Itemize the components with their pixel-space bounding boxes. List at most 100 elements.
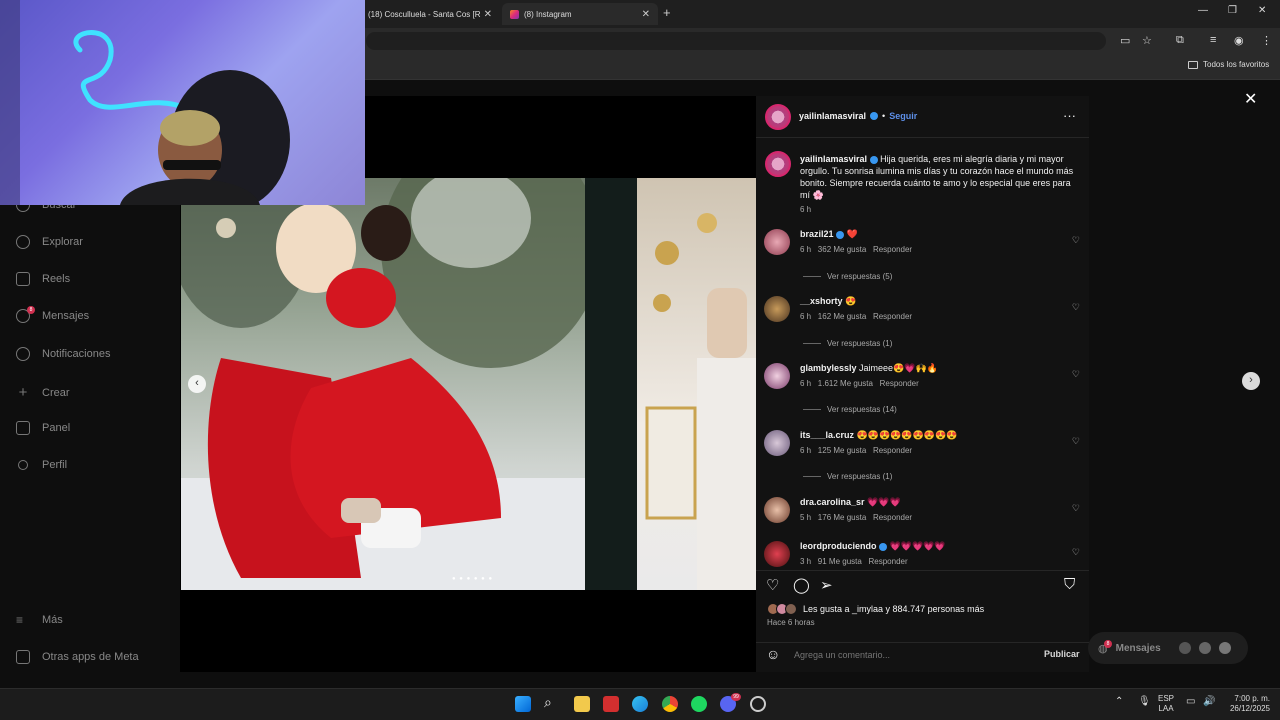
sidebar-item-panel[interactable]: Panel	[16, 421, 70, 435]
sidebar-item-perfil[interactable]: Perfil	[16, 459, 67, 471]
file-explorer-icon[interactable]	[574, 696, 590, 712]
windows-start-icon[interactable]	[515, 696, 531, 712]
comment-username[interactable]: glambylessly	[800, 363, 857, 373]
spotify-icon[interactable]	[691, 696, 707, 712]
view-replies-button[interactable]: Ver respuestas (1)	[803, 339, 892, 348]
reply-button[interactable]: Responder	[873, 446, 912, 455]
share-icon[interactable]: ➢	[820, 576, 833, 594]
comment-input[interactable]	[794, 650, 1024, 660]
sidebar-item-otras-apps[interactable]: Otras apps de Meta	[16, 650, 139, 664]
view-replies-button[interactable]: Ver respuestas (5)	[803, 272, 892, 281]
comment-icon[interactable]: ◯	[793, 576, 810, 594]
sidebar-item-mas[interactable]: ≡ Más	[16, 613, 63, 627]
chevron-up-icon[interactable]: ⌃	[1115, 696, 1123, 707]
sidebar-item-reels[interactable]: Reels	[16, 272, 70, 286]
comment-likes[interactable]: 125 Me gusta	[818, 446, 866, 455]
sidebar-item-explorar[interactable]: Explorar	[16, 235, 83, 249]
comment-username[interactable]: brazil21	[800, 229, 834, 239]
microphone-icon[interactable]: 🎙	[1138, 696, 1151, 707]
messages-pill[interactable]: ◍ Mensajes	[1088, 632, 1248, 664]
comment-body: 😍😍😍😍😍😍😍😍😍	[856, 430, 958, 440]
post-caption: yailinlamasviral Hija querida, eres mi a…	[800, 153, 1080, 216]
comment-text: leordproduciendo 💗💗💗💗💗	[800, 541, 946, 552]
sidebar-item-crear[interactable]: + Crear	[16, 384, 70, 401]
previous-photo-button[interactable]: ‹	[188, 375, 206, 393]
comment-likes[interactable]: 176 Me gusta	[818, 513, 866, 522]
compass-icon	[16, 235, 30, 249]
avatar[interactable]	[765, 104, 791, 130]
comment-username[interactable]: leordproduciendo	[800, 541, 877, 551]
star-icon[interactable]: ☆	[1142, 34, 1152, 47]
bookmarks-label: Todos los favoritos	[1203, 60, 1270, 69]
comment-username[interactable]: dra.carolina_sr	[800, 497, 865, 507]
tab-instagram[interactable]: (8) Instagram ✕	[502, 3, 658, 25]
media-icon[interactable]: ≡	[1210, 34, 1216, 46]
avatar[interactable]	[764, 363, 790, 389]
avatar[interactable]	[764, 296, 790, 322]
steam-icon[interactable]	[750, 696, 766, 712]
username[interactable]: yailinlamasviral	[800, 154, 867, 164]
like-icon[interactable]: ♡	[766, 576, 779, 594]
reply-button[interactable]: Responder	[873, 312, 912, 321]
restore-icon[interactable]: ❐	[1228, 5, 1237, 16]
volume-icon[interactable]: 🔊	[1203, 696, 1215, 707]
post-timestamp: Hace 6 horas	[767, 618, 815, 627]
like-comment-icon[interactable]: ♡	[1072, 547, 1080, 558]
tab-youtube[interactable]: (18) Cosculluela - Santa Cos [R ✕	[360, 3, 500, 25]
next-post-button[interactable]: ›	[1242, 372, 1260, 390]
like-comment-icon[interactable]: ♡	[1072, 436, 1080, 447]
language-indicator[interactable]: ESP LAA	[1158, 694, 1174, 714]
network-icon[interactable]: ▭	[1186, 696, 1195, 707]
comment-meta: 6 h 362 Me gusta Responder	[800, 245, 912, 254]
like-comment-icon[interactable]: ♡	[1072, 302, 1080, 313]
like-comment-icon[interactable]: ♡	[1072, 235, 1080, 246]
view-replies-button[interactable]: Ver respuestas (14)	[803, 405, 897, 414]
comment-likes[interactable]: 91 Me gusta	[818, 557, 862, 566]
minimize-icon[interactable]: —	[1198, 5, 1208, 16]
comment-likes[interactable]: 362 Me gusta	[818, 245, 866, 254]
comment-body: Jaimeee😍💗🙌🔥	[859, 363, 938, 373]
likes-summary[interactable]: Les gusta a _imylaa y 884.747 personas m…	[803, 604, 984, 614]
search-icon[interactable]: ⌕	[544, 694, 552, 711]
close-icon[interactable]: ✕	[642, 9, 650, 20]
reply-button[interactable]: Responder	[873, 513, 912, 522]
bookmark-icon[interactable]: ⛉	[1064, 576, 1075, 593]
reply-button[interactable]: Responder	[869, 557, 908, 566]
folder-icon	[1188, 60, 1198, 69]
avatar[interactable]	[764, 430, 790, 456]
view-replies-button[interactable]: Ver respuestas (1)	[803, 472, 892, 481]
new-tab-icon[interactable]: +	[663, 5, 671, 20]
avatar[interactable]	[764, 541, 790, 567]
avatar[interactable]	[764, 497, 790, 523]
follow-button[interactable]: Seguir	[889, 111, 917, 121]
sidebar-item-notificaciones[interactable]: Notificaciones	[16, 347, 110, 361]
profile-avatar-icon[interactable]: ◉	[1234, 34, 1244, 47]
avatar[interactable]	[765, 151, 791, 177]
chrome-icon[interactable]	[662, 696, 678, 712]
emoji-icon[interactable]: ☺	[766, 646, 780, 662]
close-icon[interactable]: ✕	[484, 9, 492, 20]
all-bookmarks[interactable]: Todos los favoritos	[1188, 60, 1269, 69]
avatar[interactable]	[764, 229, 790, 255]
address-bar[interactable]	[366, 32, 1106, 50]
clock[interactable]: 7:00 p. m. 26/12/2025	[1222, 694, 1270, 714]
comment-username[interactable]: its___la.cruz	[800, 430, 854, 440]
comment-text: dra.carolina_sr 💗💗💗	[800, 497, 901, 508]
more-options-icon[interactable]: ···	[1063, 108, 1076, 123]
kebab-menu-icon[interactable]: ⋮	[1261, 34, 1272, 47]
close-icon[interactable]: ✕	[1244, 89, 1257, 109]
comment-likes[interactable]: 1.612 Me gusta	[818, 379, 873, 388]
extensions-icon[interactable]: ⧉	[1176, 34, 1184, 47]
app-icon[interactable]	[603, 696, 619, 712]
publish-button[interactable]: Publicar	[1044, 649, 1080, 659]
reply-button[interactable]: Responder	[880, 379, 919, 388]
like-comment-icon[interactable]: ♡	[1072, 503, 1080, 514]
comment-likes[interactable]: 162 Me gusta	[818, 312, 866, 321]
like-comment-icon[interactable]: ♡	[1072, 369, 1080, 380]
reply-button[interactable]: Responder	[873, 245, 912, 254]
edge-icon[interactable]	[632, 696, 648, 712]
comment-username[interactable]: __xshorty	[800, 296, 843, 306]
cast-icon[interactable]: ▭	[1120, 34, 1130, 47]
window-close-icon[interactable]: ✕	[1258, 5, 1266, 16]
username[interactable]: yailinlamasviral	[799, 111, 866, 121]
